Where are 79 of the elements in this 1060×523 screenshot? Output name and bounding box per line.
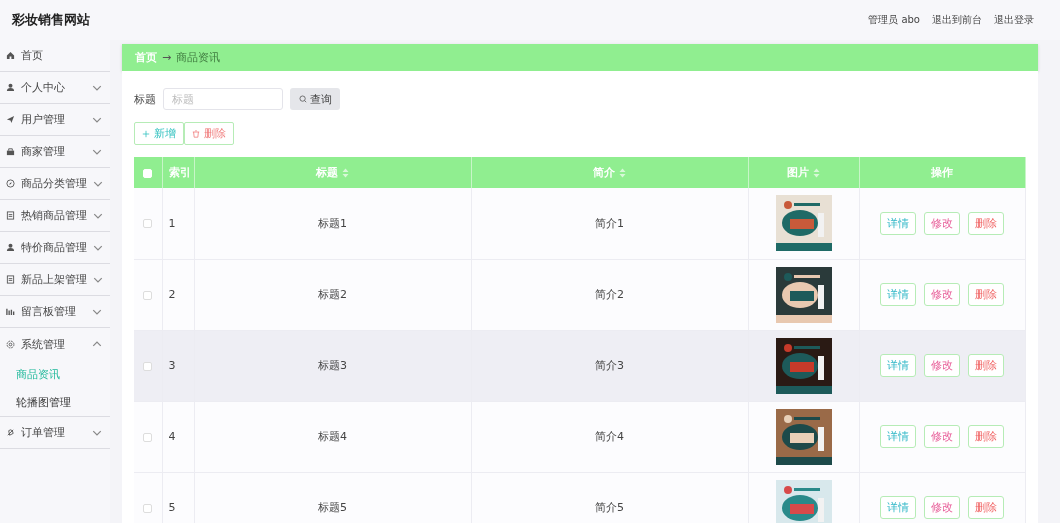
- briefcase-icon: [6, 147, 15, 156]
- search-button[interactable]: 查询: [290, 88, 340, 110]
- sidebar-item[interactable]: 特价商品管理: [0, 232, 110, 264]
- table-cell: 3: [162, 330, 194, 401]
- edit-button[interactable]: 修改: [924, 354, 960, 377]
- sidebar-item[interactable]: 留言板管理: [0, 296, 110, 328]
- select-all-checkbox[interactable]: [143, 168, 153, 178]
- sort-icon[interactable]: [342, 168, 349, 178]
- home-icon: [6, 51, 15, 60]
- header-link[interactable]: 退出到前台: [932, 13, 982, 27]
- sidebar-item[interactable]: 首页: [0, 40, 110, 72]
- header-link[interactable]: 管理员 abo: [868, 13, 920, 27]
- delete-button[interactable]: 删除: [968, 354, 1004, 377]
- breadcrumb-arrow: →: [162, 51, 172, 64]
- table-cell: 简介4: [471, 401, 748, 472]
- user-icon: [6, 83, 15, 92]
- table-cell: 标题3: [194, 330, 471, 401]
- gear-icon: [6, 339, 15, 349]
- sidebar-item[interactable]: 用户管理: [0, 104, 110, 136]
- column-header: 操作: [859, 157, 1025, 188]
- edit-button[interactable]: 修改: [924, 211, 960, 235]
- document-icon: [6, 211, 15, 220]
- table-cell: 标题5: [194, 472, 471, 523]
- search-icon: [298, 95, 307, 103]
- table-cell: 简介5: [471, 472, 748, 523]
- table-cell: 5: [162, 472, 194, 523]
- table-cell: 标题1: [194, 188, 471, 259]
- bell-icon: [6, 428, 15, 437]
- sort-icon[interactable]: [619, 168, 626, 178]
- details-button[interactable]: 详情: [880, 496, 916, 519]
- table-cell: 简介2: [471, 259, 748, 330]
- details-button[interactable]: 详情: [880, 425, 916, 448]
- sort-icon[interactable]: [813, 168, 820, 178]
- edit-button[interactable]: 修改: [924, 283, 960, 306]
- details-button[interactable]: 详情: [880, 354, 916, 377]
- sidebar-item[interactable]: 个人中心: [0, 72, 110, 104]
- row-checkbox[interactable]: [143, 361, 153, 371]
- paper-plane-icon: [6, 115, 15, 124]
- row-checkbox[interactable]: [143, 290, 153, 300]
- trash-icon: [192, 129, 200, 138]
- delete-button[interactable]: 删除: [968, 425, 1004, 448]
- user-icon: [6, 243, 15, 252]
- row-checkbox[interactable]: [143, 432, 153, 442]
- sidebar-item[interactable]: 新品上架管理: [0, 264, 110, 296]
- document-icon: [6, 275, 15, 284]
- sidebar-item[interactable]: 订单管理: [0, 417, 110, 449]
- column-header: 索引: [162, 157, 194, 188]
- row-checkbox[interactable]: [143, 219, 153, 229]
- delete-button[interactable]: 删除: [968, 496, 1004, 519]
- submenu-item[interactable]: 轮播图管理: [0, 388, 110, 416]
- table-cell: 标题2: [194, 259, 471, 330]
- sidebar-item[interactable]: 热销商品管理: [0, 200, 110, 232]
- delete-button[interactable]: 删除: [968, 283, 1004, 306]
- submenu-item[interactable]: 商品资讯: [0, 360, 110, 388]
- sidebar-item[interactable]: 商品分类管理: [0, 168, 110, 200]
- sidebar-item[interactable]: 商家管理: [0, 136, 110, 168]
- table-cell: 2: [162, 259, 194, 330]
- chart-icon: [6, 307, 15, 316]
- details-button[interactable]: 详情: [880, 283, 916, 306]
- breadcrumb-current: 商品资讯: [176, 50, 221, 65]
- compass-icon: [6, 179, 15, 188]
- sidebar-item[interactable]: 系统管理: [0, 328, 110, 360]
- edit-button[interactable]: 修改: [924, 425, 960, 448]
- edit-button[interactable]: 修改: [924, 496, 960, 519]
- header-link[interactable]: 退出登录: [994, 13, 1034, 27]
- row-checkbox[interactable]: [143, 503, 153, 513]
- table-cell: 简介1: [471, 188, 748, 259]
- table-cell: 简介3: [471, 330, 748, 401]
- delete-button[interactable]: 删除: [968, 211, 1004, 235]
- add-button[interactable]: 新增: [134, 122, 184, 145]
- site-title: 彩妆销售网站: [12, 11, 90, 29]
- table-cell: 4: [162, 401, 194, 472]
- table-cell: 1: [162, 188, 194, 259]
- details-button[interactable]: 详情: [880, 211, 916, 235]
- search-field[interactable]: 标题: [163, 88, 283, 110]
- delete-button[interactable]: 删除: [184, 122, 234, 145]
- table-cell: 标题4: [194, 401, 471, 472]
- plus-icon: [142, 129, 150, 138]
- search-label: 标题: [134, 91, 156, 107]
